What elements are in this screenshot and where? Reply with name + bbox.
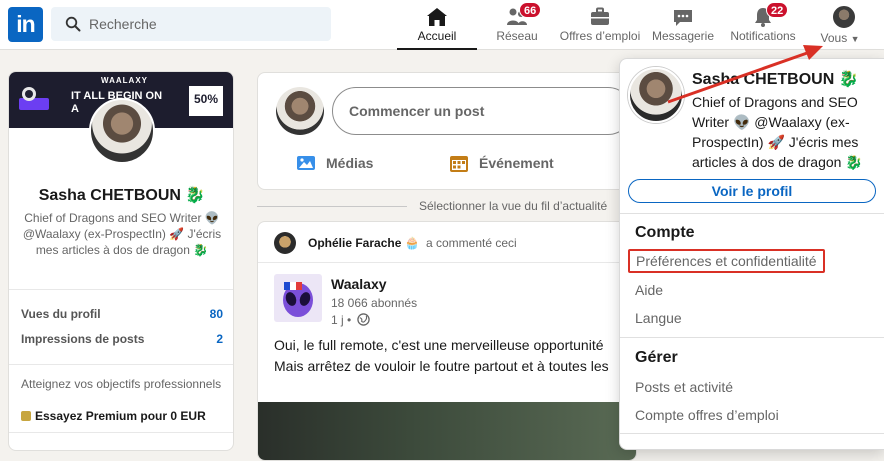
profile-name[interactable]: Sasha CHETBOUN 🐉	[9, 185, 233, 205]
menu-item-language[interactable]: Langue	[635, 310, 682, 326]
alien-icon	[283, 282, 313, 317]
stat-post-impressions[interactable]: Impressions de posts 2	[21, 332, 223, 348]
premium-icon	[21, 411, 31, 421]
briefcase-icon	[591, 7, 609, 25]
section-manage: Gérer	[635, 349, 678, 366]
divider	[258, 262, 636, 263]
menu-item-help[interactable]: Aide	[635, 282, 663, 298]
home-icon	[427, 8, 447, 26]
section-account: Compte	[635, 224, 695, 241]
active-indicator	[397, 48, 477, 50]
notifications-badge: 22	[766, 2, 789, 18]
nav-jobs-label: Offres d’emploi	[559, 29, 641, 43]
calendar-icon	[450, 156, 468, 172]
search-box[interactable]	[51, 7, 331, 41]
dropdown-headline: Chief of Dragons and SEO Writer 👽 @Waala…	[692, 94, 863, 170]
divider	[620, 433, 884, 434]
composer-avatar[interactable]	[276, 87, 324, 135]
dropdown-avatar[interactable]	[628, 67, 684, 123]
menu-item-privacy-settings[interactable]: Préférences et confidentialité	[628, 249, 825, 273]
divider	[9, 289, 233, 290]
nav-notifications[interactable]: 22 Notifications	[724, 0, 802, 50]
dropdown-name: Sasha CHETBOUN 🐉	[692, 71, 859, 88]
premium-text: Atteignez vos objectifs professionnels	[21, 377, 222, 391]
company-followers: 18 066 abonnés	[331, 296, 418, 310]
search-input[interactable]	[89, 7, 325, 41]
menu-item-posts-activity[interactable]: Posts et activité	[635, 379, 733, 395]
company-logo[interactable]	[274, 274, 322, 322]
actor-action: a commenté ceci	[426, 236, 517, 250]
caret-down-icon: ▼	[850, 34, 860, 44]
actor-name[interactable]: Ophélie Farache 🧁	[308, 236, 420, 250]
divider	[257, 206, 407, 207]
me-dropdown: Sasha CHETBOUN 🐉 Chief of Dragons and SE…	[619, 58, 884, 450]
banner-brand: WAALAXY	[101, 76, 148, 85]
profile-headline: Chief of Dragons and SEO Writer 👽 @Waala…	[22, 211, 222, 257]
divider	[620, 337, 884, 338]
premium-cta[interactable]: Essayez Premium pour 0 EUR	[21, 409, 231, 423]
post-composer: Commencer un post Médias Événement	[257, 72, 637, 190]
network-badge: 66	[519, 2, 542, 18]
nav-network-label: Réseau	[496, 29, 538, 43]
post-image[interactable]	[258, 402, 636, 460]
banner-promo: 50%	[189, 86, 223, 116]
nav-me-label: Vous ▼	[820, 31, 860, 45]
menu-item-job-posting-account[interactable]: Compte offres d’emploi	[635, 407, 779, 423]
company-name[interactable]: Waalaxy	[331, 276, 387, 292]
nav-messaging-label: Messagerie	[651, 29, 715, 43]
profile-card: WAALAXY IT ALL BEGIN ON A 50% Sasha CHET…	[8, 71, 234, 451]
image-icon	[297, 156, 315, 170]
actor-avatar[interactable]	[274, 232, 296, 254]
nav-home-label: Accueil	[417, 29, 457, 43]
divider	[9, 432, 233, 433]
view-profile-button[interactable]: Voir le profil	[628, 179, 876, 203]
divider	[620, 213, 884, 214]
search-icon	[65, 16, 81, 32]
me-avatar	[832, 5, 856, 29]
event-button[interactable]: Événement	[449, 153, 569, 173]
nav-home[interactable]: Accueil	[397, 0, 477, 50]
post-body: Oui, le full remote, c'est une merveille…	[274, 337, 609, 374]
start-post-button[interactable]: Commencer un post	[332, 87, 632, 135]
top-nav: in Accueil 66 Réseau Offres d’emploi	[0, 0, 884, 50]
stat-profile-views[interactable]: Vues du profil 80	[21, 307, 223, 323]
nav-jobs[interactable]: Offres d’emploi	[555, 0, 645, 50]
nav-network[interactable]: 66 Réseau	[487, 0, 547, 50]
media-button[interactable]: Médias	[296, 153, 386, 173]
nav-notifications-label: Notifications	[730, 29, 796, 43]
feed-sort-selector[interactable]: Sélectionner la vue du fil d’actualité	[257, 199, 637, 213]
divider	[9, 364, 233, 365]
linkedin-logo-icon[interactable]: in	[8, 7, 43, 42]
nav-me[interactable]: Vous ▼	[812, 0, 868, 50]
message-icon	[674, 10, 692, 26]
nav-messaging[interactable]: Messagerie	[650, 0, 716, 50]
post-time: 1 j •	[331, 313, 352, 327]
astronaut-icon	[19, 87, 49, 110]
feed-post: Ophélie Farache 🧁 a commenté ceci Waalax…	[257, 221, 637, 461]
profile-photo[interactable]	[89, 98, 155, 164]
globe-icon	[357, 313, 370, 326]
